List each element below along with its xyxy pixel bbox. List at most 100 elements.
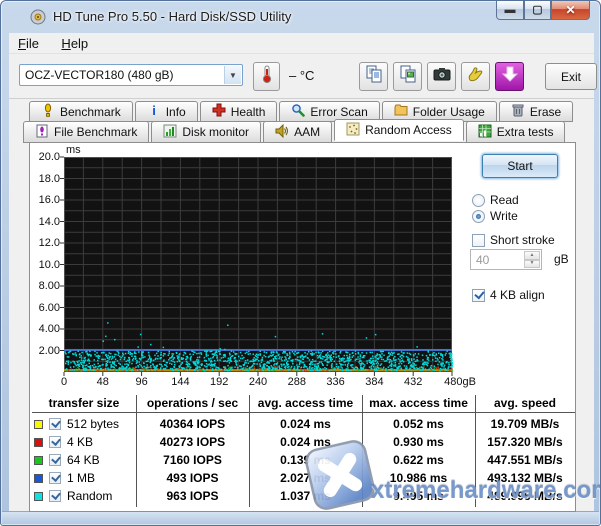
series-checkbox[interactable] [49,490,61,502]
tab-label: Benchmark [60,105,121,119]
tab-label: Disk monitor [182,125,249,139]
transfer-size-label: 1 MB [67,471,95,485]
y-axis-unit-label: ms [66,144,81,156]
table-cell: 1.037 ms [249,489,362,503]
read-radio[interactable]: Read [472,193,519,207]
short-stroke-checkbox[interactable]: Short stroke [472,233,555,247]
copy-text-button[interactable] [359,62,388,91]
tab-label: Erase [530,105,561,119]
folder-usage-icon [394,103,408,120]
series-checkbox[interactable] [49,472,61,484]
align-checkbox[interactable]: 4 KB align [472,288,545,302]
menubar: File Help [9,33,594,54]
read-radio-label: Read [490,193,519,207]
series-checkbox[interactable] [49,454,61,466]
update-button[interactable] [495,62,524,91]
exit-button[interactable]: Exit [545,63,597,90]
tab-extra-tests[interactable]: Extra tests [466,121,566,143]
info-icon: i [147,103,161,120]
x-tick-label: 432 [404,376,422,388]
short-stroke-checkbox-box[interactable] [472,234,485,247]
series-color-swatch [34,492,43,501]
drive-select-combobox[interactable]: OCZ-VECTOR180 (480 gB) ▼ [19,64,243,86]
random-access-icon [346,122,360,139]
y-tick-label: 18.0 [30,173,60,185]
tab-random-access[interactable]: Random Access [334,119,464,141]
read-radio-circle[interactable] [472,194,485,207]
tab-info[interactable]: i Info [135,101,198,122]
stepper-up-icon[interactable]: ▲ [524,251,540,260]
temperature-button[interactable] [253,62,280,91]
y-tick-label: 16.0 [30,194,60,206]
tab-aam[interactable]: AAM [263,121,332,143]
x-tick-label: 240 [249,376,267,388]
maximize-button[interactable]: ▢ [524,1,551,20]
thermometer-icon [258,64,276,89]
x-tick-label: 384 [365,376,383,388]
transfer-size-label: 4 KB [67,435,93,449]
error-scan-icon [291,103,305,120]
latency-scatter-chart [64,157,452,372]
aam-icon [275,124,289,141]
short-stroke-value: 40 [476,253,489,267]
screenshot-button[interactable] [427,62,456,91]
table-header-1: operations / sec [136,396,249,410]
y-tick-label: 10.0 [30,259,60,271]
tab-label: Extra tests [497,125,554,139]
align-checkbox-box[interactable] [472,289,485,302]
menu-file[interactable]: File [9,33,48,54]
donate-button[interactable] [461,62,490,91]
tab-disk-monitor[interactable]: Disk monitor [151,121,261,143]
health-icon [212,103,226,120]
tab-label: Health [231,105,266,119]
tab-erase[interactable]: Erase [499,101,573,122]
short-stroke-label: Short stroke [490,233,555,247]
x-tick-label: 144 [171,376,189,388]
tab-health[interactable]: Health [200,101,278,122]
app-window: HD Tune Pro 5.50 - Hard Disk/SSD Utility… [0,0,601,526]
write-radio[interactable]: Write [472,209,518,223]
table-cell: 0.024 ms [249,435,362,449]
menu-help[interactable]: Help [52,33,97,54]
y-tick-label: 20.0 [30,151,60,163]
close-button[interactable]: ✕ [551,1,590,20]
update-arrow-icon [500,64,520,89]
x-tick-label: 480gB [444,376,476,388]
x-tick-label: 192 [210,376,228,388]
tab-label: File Benchmark [54,125,137,139]
drive-select-value: OCZ-VECTOR180 (480 gB) [25,68,174,82]
short-stroke-size-stepper[interactable]: 40 ▲ ▼ [470,249,542,270]
table-cell: 10.986 ms [362,471,475,485]
series-checkbox[interactable] [49,418,61,430]
write-radio-circle[interactable] [472,210,485,223]
separator [458,188,572,189]
table-cell: 447.551 MB/s [475,453,575,467]
y-tick-label: 6.00 [30,302,60,314]
chevron-down-icon[interactable]: ▼ [224,66,241,84]
minimize-button[interactable]: ▬ [496,1,524,20]
series-checkbox[interactable] [49,436,61,448]
copy-text-icon [364,64,384,89]
x-tick-label: 48 [97,376,109,388]
table-cell: 0.139 ms [249,453,362,467]
separator [458,229,572,230]
series-color-swatch [34,456,43,465]
table-header-4: avg. speed [475,396,575,410]
table-cell: 40364 IOPS [136,417,249,431]
tab-row-2: File Benchmark Disk monitor AAM Random Acce… [23,121,567,143]
tab-label: Folder Usage [413,105,485,119]
start-button[interactable]: Start [482,154,558,178]
tab-file-benchmark[interactable]: File Benchmark [23,121,149,143]
stepper-down-icon[interactable]: ▼ [524,260,540,269]
x-tick-label: 336 [326,376,344,388]
benchmark-icon [41,103,55,120]
table-cell: 40273 IOPS [136,435,249,449]
table-cell: 7160 IOPS [136,453,249,467]
table-header-underline [32,412,575,413]
tab-row-1: BenchmarkiInfoHealthError ScanFolder Usa… [29,101,575,122]
copy-image-button[interactable] [393,62,422,91]
tab-label: Info [166,105,186,119]
tab-label: Random Access [365,123,452,137]
table-cell: 0.930 ms [362,435,475,449]
tab-benchmark[interactable]: Benchmark [29,101,133,122]
